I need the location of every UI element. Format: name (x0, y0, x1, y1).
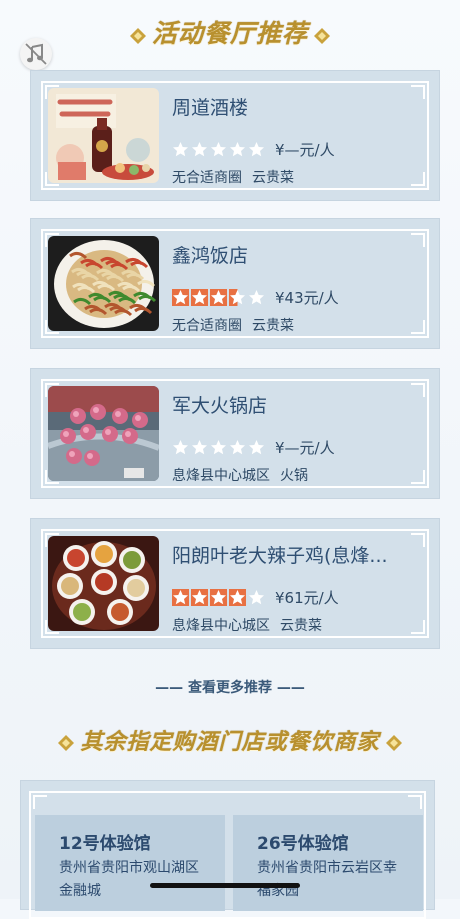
restaurant-thumbnail[interactable] (48, 536, 159, 631)
restaurant-thumbnail[interactable] (48, 88, 159, 183)
restaurant-district: 无合适商圈 (172, 170, 242, 186)
store-address: 贵州省贵阳市观山湖区金融城 (59, 860, 199, 899)
music-toggle-button[interactable] (20, 38, 52, 70)
price-per-person: ¥—元/人 (275, 141, 335, 159)
restaurant-cuisine: 云贵菜 (252, 170, 294, 186)
restaurant-card[interactable]: 周道酒楼 ¥—元/人无合适商圈 云贵菜 (30, 70, 440, 201)
restaurant-meta: 息烽县中心城区 火锅 (172, 465, 308, 485)
section-title-recommend: 活动餐厅推荐 (0, 14, 460, 50)
ornament-diamond-icon (314, 27, 330, 44)
restaurant-meta: 无合适商圈 云贵菜 (172, 315, 294, 335)
restaurant-card[interactable]: 军大火锅店 ¥—元/人 息烽县中心城区 火锅 (30, 368, 440, 499)
star-icon (172, 141, 189, 158)
star-icon (191, 141, 208, 158)
restaurant-card[interactable]: 阳朗叶老大辣子鸡(息烽... ¥61元/人 息烽县中心城区 云贵菜 (30, 518, 440, 649)
star-icon (210, 439, 227, 456)
ornament-diamond-icon (129, 27, 146, 44)
restaurant-cuisine: 云贵菜 (252, 318, 294, 334)
star-icon (191, 289, 208, 306)
star-icon (229, 289, 246, 306)
star-icon (248, 439, 265, 456)
restaurant-name: 军大火锅店 (172, 395, 268, 417)
store-card[interactable]: 12号体验馆 贵州省贵阳市观山湖区金融城 (35, 815, 225, 911)
star-icon (191, 439, 208, 456)
ornament-diamond-icon (385, 735, 402, 751)
store-address: 贵州省贵阳市云岩区幸福家园 (257, 860, 397, 899)
store-name: 12号体验馆 (59, 834, 151, 854)
rating-row: ¥—元/人 (172, 139, 335, 160)
store-name: 26号体验馆 (257, 834, 349, 854)
restaurant-cuisine: 云贵菜 (280, 618, 322, 634)
section-title-recommend-text: 活动餐厅推荐 (151, 19, 308, 48)
star-icon (248, 589, 265, 606)
view-more-link[interactable]: —— 查看更多推荐 —— (0, 677, 460, 697)
restaurant-cuisine: 火锅 (280, 468, 308, 484)
star-icon (210, 589, 227, 606)
restaurant-name: 周道酒楼 (172, 97, 249, 119)
section-title-stores: 其余指定购酒门店或餐饮商家 (0, 724, 460, 756)
price-per-person: ¥43元/人 (275, 289, 339, 307)
restaurant-meta: 无合适商圈 云贵菜 (172, 167, 294, 187)
store-card[interactable]: 26号体验馆 贵州省贵阳市云岩区幸福家园 (233, 815, 423, 911)
restaurant-meta: 息烽县中心城区 云贵菜 (172, 615, 322, 635)
star-icon (229, 589, 246, 606)
restaurant-name: 鑫鸿饭店 (172, 245, 249, 267)
restaurant-district: 无合适商圈 (172, 318, 242, 334)
restaurant-card[interactable]: 鑫鸿饭店 ¥43元/人无合适商圈 云贵菜 (30, 218, 440, 349)
music-note-icon (25, 43, 47, 65)
star-icon (172, 589, 189, 606)
star-icon (191, 589, 208, 606)
star-icon (172, 439, 189, 456)
star-icon (210, 141, 227, 158)
price-per-person: ¥—元/人 (275, 439, 335, 457)
star-icon (229, 141, 246, 158)
rating-row: ¥43元/人 (172, 287, 339, 308)
star-icon (248, 141, 265, 158)
restaurant-thumbnail[interactable] (48, 236, 159, 331)
home-indicator[interactable] (150, 883, 300, 888)
star-icon (172, 289, 189, 306)
star-icon (210, 289, 227, 306)
restaurant-district: 息烽县中心城区 (172, 618, 270, 634)
ornament-diamond-icon (58, 735, 75, 751)
star-icon (248, 289, 265, 306)
rating-row: ¥—元/人 (172, 437, 335, 458)
rating-row: ¥61元/人 (172, 587, 339, 608)
price-per-person: ¥61元/人 (275, 589, 339, 607)
restaurant-name: 阳朗叶老大辣子鸡(息烽... (172, 545, 388, 567)
restaurant-district: 息烽县中心城区 (172, 468, 270, 484)
restaurant-thumbnail[interactable] (48, 386, 159, 481)
star-icon (229, 439, 246, 456)
store-panel: 12号体验馆 贵州省贵阳市观山湖区金融城 26号体验馆 贵州省贵阳市云岩区幸福家… (20, 780, 435, 919)
section-title-stores-text: 其余指定购酒门店或餐饮商家 (80, 729, 380, 755)
